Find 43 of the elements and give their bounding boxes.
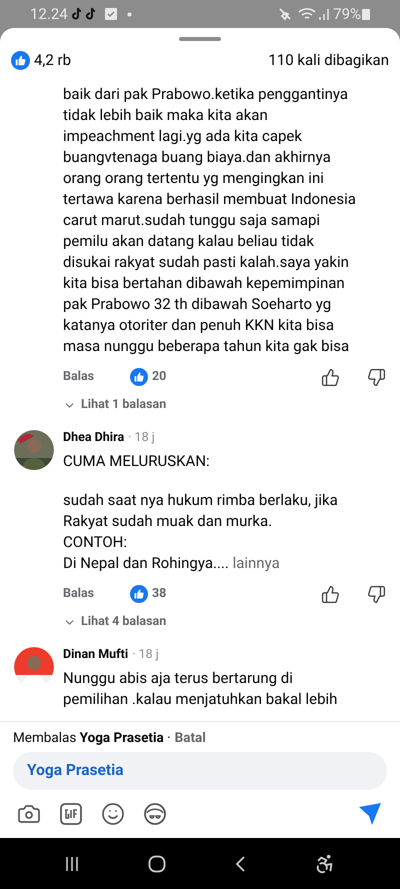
send-icon[interactable]	[357, 801, 383, 827]
like-count: 38	[152, 584, 166, 603]
clipboard-icon	[104, 8, 117, 20]
see-more-link[interactable]: lainnya	[232, 554, 280, 572]
comment-input[interactable]: Yoga Prasetia	[13, 752, 387, 790]
comment-text: CUMA MELURUSKAN:	[63, 451, 211, 472]
back-icon[interactable]	[234, 854, 246, 872]
author-name[interactable]: Dinan Mufti	[63, 646, 128, 665]
recent-apps-icon[interactable]	[64, 856, 80, 872]
drag-handle[interactable]	[179, 37, 221, 41]
battery-icon	[362, 8, 370, 20]
status-time: 12.24	[30, 4, 68, 25]
view-replies-button[interactable]: Lihat 4 balasan	[63, 610, 166, 634]
thumbs-down-icon[interactable]	[367, 584, 386, 604]
reply-button[interactable]: Balas	[63, 584, 130, 604]
cancel-link[interactable]: Batal	[174, 728, 206, 748]
wifi-icon	[298, 7, 316, 21]
thumbs-up-icon[interactable]	[321, 368, 340, 386]
like-reaction-icon	[11, 50, 30, 70]
signal-icon	[318, 8, 330, 20]
home-icon[interactable]	[148, 854, 166, 872]
like-reaction-icon	[130, 585, 148, 603]
reply-button[interactable]: Balas	[63, 368, 130, 386]
reaction-count[interactable]: 4,2 rb	[34, 48, 72, 72]
comment-time: · 18 j	[132, 646, 159, 664]
comment-text: sudah saat nya hukum rimba berlaku, jika Rakyat sudah muak dan murka. CONTOH: Di Nepal dan Rohingya.... lainnya	[63, 490, 339, 574]
view-replies-button[interactable]: Lihat 1 balasan	[63, 393, 166, 417]
emoji-icon[interactable]	[101, 802, 125, 826]
share-count[interactable]: 110 kali dibagikan	[268, 48, 389, 72]
comment-time: · 18 j	[128, 429, 155, 447]
gif-icon[interactable]	[59, 802, 83, 826]
thumbs-down-icon[interactable]	[367, 368, 386, 386]
like-reaction-icon	[130, 368, 148, 386]
comment-text: baik dari pak Prabowo.ketika penggantinya tidak lebih baik maka kita akan impeachment lagi.yg ada kita capek buangvtenaga buang biaya.dan akhirnya orang orang tertentu yg mengingkan ini tertawa karena berhasil membuat Indonesia carut marut.sudah tunggu saja samapi pemilu akan datang kalau beliau tidak disukai rakyat sudah pasti kalah.saya yakin kita bisa bertahan dibawah kepemimpinan pak Prabowo 32 th dibawah Soeharto yg katanya otoriter dan penuh KKN kita bisa masa nunggu beberapa tahun kita gak bisa	[63, 84, 357, 357]
dot-icon	[126, 12, 132, 16]
author-name[interactable]: Dhea Dhira	[63, 429, 124, 448]
battery-level: 79%	[333, 4, 361, 25]
like-count: 20	[152, 368, 166, 386]
thumbs-up-icon[interactable]	[321, 584, 340, 604]
comment-text: Nunggu abis aja terus bertarung di pemilihan .kalau menjatuhkan bakal lebih	[63, 668, 338, 710]
replying-to-text: Membalas Yoga Prasetia ·	[13, 729, 171, 748]
camera-icon[interactable]	[17, 802, 41, 826]
avatar-sticker-icon[interactable]	[143, 802, 167, 826]
